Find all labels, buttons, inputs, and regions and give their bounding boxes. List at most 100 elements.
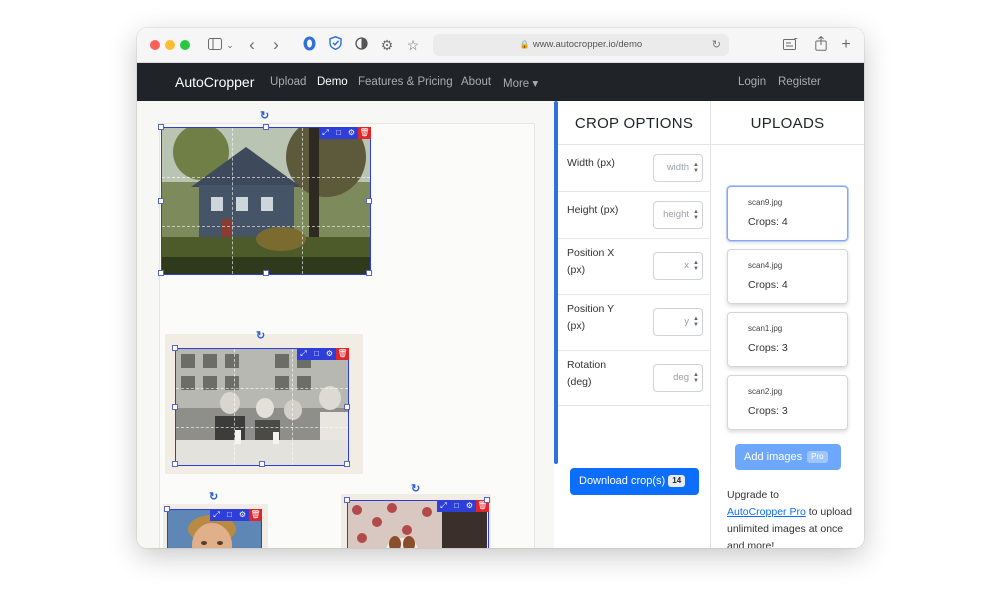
position-x-input[interactable]: x ▲ ▼ (653, 252, 703, 280)
upload-crop-count: Crops: 3 (748, 342, 788, 354)
uploads-panel: UPLOADS scan9.jpg Crops: 4 scan4.jpg Cro… (711, 101, 864, 548)
position-y-input[interactable]: y ▲ ▼ (653, 308, 703, 336)
upload-filename: scan4.jpg (748, 261, 783, 270)
nav-features-pricing[interactable]: Features & Pricing (358, 76, 453, 88)
rotate-icon[interactable]: ↻ (260, 109, 269, 122)
upload-card[interactable]: scan2.jpg Crops: 3 (727, 375, 848, 430)
download-crops-button[interactable]: Download crop(s) 14 (570, 468, 699, 495)
forward-icon[interactable]: › (267, 36, 285, 54)
brand-logo[interactable]: AutoCropper (175, 74, 254, 90)
nav-upload[interactable]: Upload (270, 76, 306, 88)
crop-canvas[interactable]: ⤢ □ ⚙ 🗑 ↻ ⤢ □ ⚙ 🗑 ↻ ⤢ □ ⚙ 🗑 ↻ ⤢ □ ⚙ 🗑 ↻ (137, 101, 554, 548)
crop-toolbar: ⤢ □ ⚙ 🗑 (210, 509, 262, 521)
minimize-window-button[interactable] (165, 40, 175, 50)
rotate-icon[interactable]: ↻ (411, 482, 420, 495)
rotation-input[interactable]: deg ▲ ▼ (653, 364, 703, 392)
option-width-label: Width (px) (567, 157, 615, 169)
crop-box-4[interactable]: ⤢ □ ⚙ 🗑 (344, 497, 490, 548)
reload-icon[interactable]: ↻ (712, 34, 721, 56)
back-icon[interactable]: ‹ (243, 36, 261, 54)
upload-card[interactable]: scan9.jpg Crops: 4 (727, 186, 848, 241)
resize-handle[interactable] (344, 461, 350, 467)
nav-login[interactable]: Login (738, 76, 766, 88)
bookmark-star-icon[interactable]: ☆ (405, 36, 421, 54)
gear-icon[interactable]: ⚙ (345, 127, 358, 139)
autocropper-pro-link[interactable]: AutoCropper Pro (727, 506, 806, 518)
upgrade-message: Upgrade to AutoCropper Pro to upload unl… (727, 489, 852, 548)
gear-icon[interactable]: ⚙ (236, 509, 249, 521)
resize-handle[interactable] (158, 124, 164, 130)
share-icon[interactable] (813, 35, 829, 54)
gear-icon[interactable]: ⚙ (323, 348, 336, 360)
resize-handle[interactable] (344, 497, 350, 503)
square-crop-icon[interactable]: □ (310, 348, 323, 360)
privacy-extension-icon[interactable] (301, 36, 317, 54)
gear-icon[interactable]: ⚙ (379, 36, 395, 54)
contrast-icon[interactable] (353, 36, 369, 54)
crop-box-3[interactable]: ⤢ □ ⚙ 🗑 (164, 506, 262, 548)
delete-crop-icon[interactable]: 🗑 (336, 348, 349, 360)
upload-card[interactable]: scan4.jpg Crops: 4 (727, 249, 848, 304)
open-crop-icon[interactable]: ⤢ (210, 509, 223, 521)
resize-handle[interactable] (259, 461, 265, 467)
pro-badge: Pro (807, 451, 828, 463)
address-bar[interactable]: 🔒 www.autocropper.io/demo ↻ (433, 34, 729, 56)
browser-toolbar: ⌄ ‹ › ⚙ ☆ 🔒 www.autocropper.io/demo ↻ + (137, 28, 864, 63)
nav-about[interactable]: About (461, 76, 491, 88)
resize-handle[interactable] (263, 124, 269, 130)
sidebar-chevron-icon[interactable]: ⌄ (226, 36, 234, 54)
resize-handle[interactable] (172, 404, 178, 410)
delete-crop-icon[interactable]: 🗑 (249, 509, 262, 521)
resize-handle[interactable] (263, 270, 269, 276)
crop-box-1[interactable]: ⤢ □ ⚙ 🗑 (158, 124, 372, 276)
nav-register[interactable]: Register (778, 76, 821, 88)
stepper-icon[interactable]: ▲ ▼ (693, 162, 699, 174)
sidebar-icon[interactable] (203, 36, 227, 54)
nav-more-dropdown[interactable]: More ▾ (503, 76, 538, 90)
resize-handle[interactable] (366, 270, 372, 276)
open-crop-icon[interactable]: ⤢ (319, 127, 332, 139)
shield-icon[interactable] (327, 36, 343, 54)
square-crop-icon[interactable]: □ (450, 500, 463, 512)
rotate-icon[interactable]: ↻ (209, 490, 218, 503)
nav-demo[interactable]: Demo (317, 76, 348, 88)
upload-filename: scan2.jpg (748, 387, 783, 396)
width-input[interactable]: width ▲ ▼ (653, 154, 703, 182)
upload-card[interactable]: scan1.jpg Crops: 3 (727, 312, 848, 367)
upload-crop-count: Crops: 3 (748, 405, 788, 417)
stepper-icon[interactable]: ▲ ▼ (693, 209, 699, 221)
option-x-label: Position X (px) (567, 247, 615, 276)
rotate-icon[interactable]: ↻ (256, 329, 265, 342)
resize-handle[interactable] (366, 198, 372, 204)
option-rotation-row: Rotation (deg) deg ▲ ▼ (558, 350, 711, 406)
close-window-button[interactable] (150, 40, 160, 50)
option-height-row: Height (px) height ▲ ▼ (558, 191, 711, 238)
resize-handle[interactable] (484, 497, 490, 503)
zoom-window-button[interactable] (180, 40, 190, 50)
stepper-icon[interactable]: ▲ ▼ (693, 260, 699, 272)
crop-options-panel: CROP OPTIONS Width (px) width ▲ ▼ Height (… (558, 101, 711, 548)
resize-handle[interactable] (172, 345, 178, 351)
resize-handle[interactable] (172, 461, 178, 467)
resize-handle[interactable] (158, 270, 164, 276)
stepper-icon[interactable]: ▲ ▼ (693, 372, 699, 384)
square-crop-icon[interactable]: □ (223, 509, 236, 521)
upload-crop-count: Crops: 4 (748, 279, 788, 291)
option-rotation-label: Rotation (deg) (567, 359, 607, 388)
stepper-icon[interactable]: ▲ ▼ (693, 316, 699, 328)
reader-icon[interactable] (781, 36, 799, 54)
resize-handle[interactable] (158, 198, 164, 204)
crop-box-2[interactable]: ⤢ □ ⚙ 🗑 (172, 345, 350, 467)
delete-crop-icon[interactable]: 🗑 (358, 127, 371, 139)
url-text: www.autocropper.io/demo (532, 39, 643, 50)
height-input[interactable]: height ▲ ▼ (653, 201, 703, 229)
add-images-button[interactable]: Add images Pro (735, 444, 841, 470)
resize-handle[interactable] (164, 506, 170, 512)
square-crop-icon[interactable]: □ (332, 127, 345, 139)
open-crop-icon[interactable]: ⤢ (297, 348, 310, 360)
lock-icon: 🔒 (519, 40, 530, 49)
open-crop-icon[interactable]: ⤢ (437, 500, 450, 512)
gear-icon[interactable]: ⚙ (463, 500, 476, 512)
new-tab-icon[interactable]: + (838, 36, 854, 54)
resize-handle[interactable] (344, 404, 350, 410)
